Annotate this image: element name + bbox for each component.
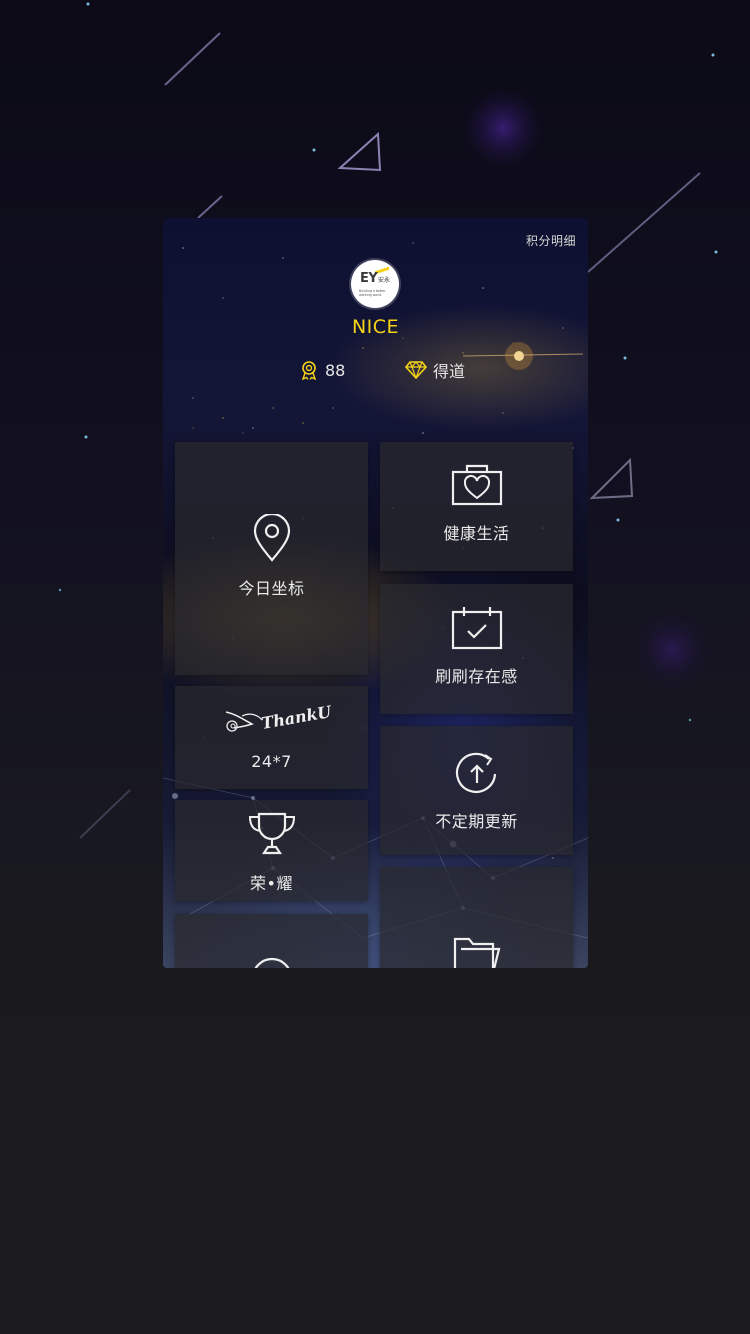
tile-thanks[interactable]: ThankU 24*7 <box>175 686 368 789</box>
tile-healthy-life-label: 健康生活 <box>443 524 510 543</box>
folder-icon <box>453 937 500 968</box>
tile-irregular-update[interactable]: 不定期更新 <box>380 726 573 855</box>
diamond-icon <box>405 361 427 379</box>
tile-healthy-life[interactable]: 健康生活 <box>380 442 573 571</box>
avatar[interactable]: EY 安永 Building a better working world <box>351 260 399 308</box>
ey-logo-text: EY <box>360 271 378 286</box>
tile-checkin-label: 刷刷存在感 <box>435 667 518 686</box>
level-stat[interactable]: 得道 <box>405 359 465 381</box>
points-detail-link[interactable]: 积分明细 <box>526 232 576 249</box>
tile-today-location[interactable]: 今日坐标 <box>175 442 368 675</box>
tile-partial-right[interactable] <box>380 867 573 968</box>
username: NICE <box>351 316 400 338</box>
tile-honor-label: 荣•耀 <box>250 874 293 893</box>
profile-card: 积分明细 EY 安永 Building a better working wor… <box>163 218 588 968</box>
medal-icon <box>301 361 317 380</box>
app-screen: 积分明细 EY 安永 Building a better working wor… <box>0 0 750 1334</box>
ey-logo-cn-text: 安永 <box>378 277 391 284</box>
refresh-upload-icon <box>455 752 496 793</box>
trophy-icon <box>248 812 295 855</box>
level-label: 得道 <box>433 362 466 381</box>
tile-thanks-label: 24*7 <box>251 752 292 771</box>
heart-box-icon <box>451 464 502 506</box>
points-value: 88 <box>325 360 346 380</box>
location-pin-icon <box>253 514 290 562</box>
ey-logo-tagline: Building a better working world <box>359 289 386 297</box>
tile-irregular-update-label: 不定期更新 <box>435 812 518 831</box>
points-stat[interactable]: 88 <box>299 359 345 381</box>
tile-checkin[interactable]: 刷刷存在感 <box>380 584 573 714</box>
tile-partial-left[interactable] <box>175 914 368 968</box>
tile-today-location-label: 今日坐标 <box>238 579 305 598</box>
tile-honor[interactable]: 荣•耀 <box>175 800 368 901</box>
calendar-check-icon <box>451 607 502 650</box>
circle-icon <box>254 957 289 968</box>
